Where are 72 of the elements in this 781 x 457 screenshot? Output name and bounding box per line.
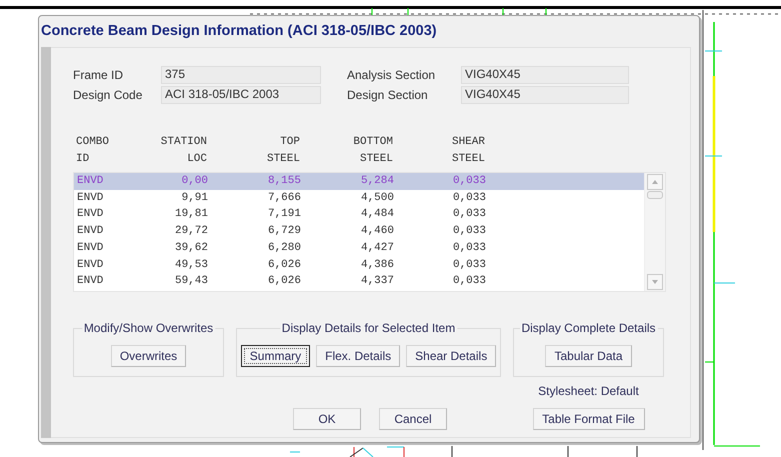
table-cell-text: 4,484 xyxy=(360,207,394,222)
readonly-field[interactable]: VIG40X45 xyxy=(461,66,629,84)
column-header: TOP STEEL xyxy=(266,135,300,167)
stylesheet-label: Stylesheet: Default xyxy=(538,384,639,398)
table-cell-text: 7,666 xyxy=(266,190,301,206)
table-cell-text: 8,155 xyxy=(266,174,301,189)
table-row[interactable]: ENVD 19,81 7,191 4,484 0,033 xyxy=(74,206,644,224)
column-header: STATION LOC xyxy=(160,135,207,167)
window-title: Concrete Beam Design Information (ACI 318-05/IBC 2003) xyxy=(40,22,438,41)
column-header: BOTTOM STEEL xyxy=(352,135,393,167)
table-cell-text: 29,72 xyxy=(174,224,208,240)
table-cell-text: ENVD xyxy=(77,207,104,222)
table-format-file-button[interactable]: Table Format File xyxy=(532,408,644,430)
details-button[interactable]: Tabular Data xyxy=(545,344,632,366)
scroll-thumb[interactable] xyxy=(647,191,663,199)
table-cell-text: 39,62 xyxy=(174,240,208,256)
table-cell-text: ENVD xyxy=(77,190,104,206)
table-cell-text: 7,191 xyxy=(266,207,301,222)
table-cell-text: 59,43 xyxy=(174,274,208,290)
table-cell-text: 6,280 xyxy=(266,240,301,256)
field-label: Design Code xyxy=(73,88,144,102)
table-cell-text: 0,033 xyxy=(452,174,486,189)
details-button[interactable]: Overwrites xyxy=(110,344,186,366)
table-row[interactable]: ENVD 59,43 6,026 4,337 0,033 xyxy=(74,273,644,290)
scrollbar[interactable] xyxy=(644,173,665,291)
table-cell-text: 4,500 xyxy=(360,190,394,206)
table-cell-text: 0,033 xyxy=(452,190,486,206)
readonly-field[interactable]: ACI 318-05/IBC 2003 xyxy=(161,86,321,104)
table-cell-text: ENVD xyxy=(77,224,104,240)
table-cell-text: 4,386 xyxy=(360,258,394,273)
details-button[interactable]: Shear Details xyxy=(406,344,496,366)
table-cell-text: ENVD xyxy=(77,258,104,273)
scroll-down-icon[interactable] xyxy=(647,274,663,290)
table-cell-text: 0,033 xyxy=(452,258,486,273)
table-cell-text: 19,81 xyxy=(174,207,208,222)
column-header: COMBO ID xyxy=(76,135,110,167)
table-cell-text: 6,026 xyxy=(266,258,301,273)
table-cell-text: 4,460 xyxy=(360,224,394,240)
group-title: Display Complete Details xyxy=(519,321,658,335)
table-row[interactable]: ENVD 39,62 6,280 4,427 0,033 xyxy=(74,240,644,257)
field-label: Analysis Section xyxy=(347,68,436,82)
group-title: Modify/Show Overwrites xyxy=(82,321,216,335)
scroll-up-icon[interactable] xyxy=(647,174,663,190)
table-cell-text: 4,427 xyxy=(360,240,394,256)
table-cell-text: 5,284 xyxy=(360,174,394,189)
table-cell-text: 49,53 xyxy=(174,258,208,273)
field-label: Frame ID xyxy=(73,68,124,82)
readonly-field[interactable]: 375 xyxy=(161,66,321,84)
table-cell-text: 0,033 xyxy=(452,240,486,256)
table-cell-text: 6,026 xyxy=(266,274,301,290)
table-cell-text: 6,729 xyxy=(266,224,301,240)
dialog-button[interactable]: Cancel xyxy=(379,408,447,430)
dialog-button[interactable]: OK xyxy=(293,408,361,430)
table-row[interactable]: ENVD 49,53 6,026 4,386 0,033 xyxy=(74,256,644,274)
readonly-field[interactable]: VIG40X45 xyxy=(461,86,629,104)
group-title: Display Details for Selected Item xyxy=(280,321,458,335)
table-row[interactable]: ENVD 29,72 6,729 4,460 0,033 xyxy=(74,223,644,240)
table-cell-text: ENVD xyxy=(77,240,104,256)
column-header: SHEAR STEEL xyxy=(450,135,485,167)
table-cell-text: ENVD xyxy=(77,274,104,290)
field-label: Design Section xyxy=(347,88,429,102)
table-row[interactable]: ENVD 9,91 7,666 4,500 0,033 xyxy=(74,190,644,206)
table-cell-text: 0,00 xyxy=(180,174,208,189)
table-cell-text: ENVD xyxy=(77,174,104,189)
details-button[interactable]: Flex. Details xyxy=(316,344,400,366)
table-cell-text: 4,337 xyxy=(360,274,394,290)
table-row[interactable]: ENVD 0,00 8,155 5,284 0,033 xyxy=(74,173,644,190)
table-cell-text: 9,91 xyxy=(180,190,208,206)
table-cell-text: 0,033 xyxy=(452,274,486,290)
table-cell-text: 0,033 xyxy=(452,207,486,222)
table-cell-text: 0,033 xyxy=(452,224,486,240)
details-button[interactable]: Summary xyxy=(240,344,310,366)
